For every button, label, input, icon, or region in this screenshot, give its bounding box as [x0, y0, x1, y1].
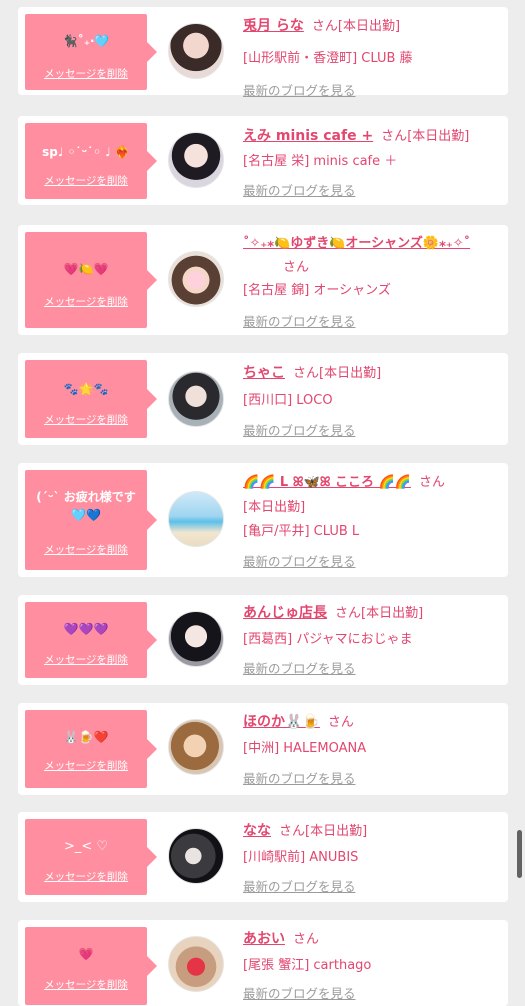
- profile-name-link[interactable]: あおい: [243, 931, 285, 947]
- profile-name-link[interactable]: 兎月 らな: [243, 18, 304, 34]
- message-bubble: >_< ♡ メッセージを削除: [25, 819, 157, 895]
- message-card: 💗 メッセージを削除 あおい さん [尾張 蟹江] carthago 最新のブログ…: [18, 920, 508, 1006]
- honorific: さん: [293, 366, 320, 381]
- shop-location: [西葛西] パジャマにおじゃま: [243, 632, 413, 647]
- delete-message-link[interactable]: メッセージを削除: [25, 542, 147, 557]
- message-text: 💗: [78, 947, 94, 961]
- shop-location: [山形駅前・香澄町] CLUB 藤: [243, 51, 413, 66]
- delete-message-link[interactable]: メッセージを削除: [25, 66, 147, 81]
- profile-name-link[interactable]: えみ minis cafe +: [243, 128, 373, 144]
- latest-blog-link[interactable]: 最新のブログを見る: [243, 551, 356, 570]
- message-bubble: 🐈‍⬛˚₊‧🩵 メッセージを削除: [25, 14, 157, 90]
- latest-blog-link[interactable]: 最新のブログを見る: [243, 876, 356, 895]
- latest-blog-link[interactable]: 最新のブログを見る: [243, 768, 356, 787]
- honorific: さん: [381, 129, 408, 144]
- message-text: 💗🍋💗: [63, 262, 109, 276]
- profile-info: あんじゅ店長 さん[本日出勤] [西葛西] パジャマにおじゃま 最新のブログを見る: [243, 602, 502, 682]
- message-card: 🐾🌟🐾 メッセージを削除 ちゃこ さん[本日出勤] [西川口] LOCO 最新のブ…: [18, 353, 508, 445]
- honorific: さん: [327, 715, 354, 730]
- on-duty-badge: [本日出勤]: [243, 500, 306, 515]
- profile-name-link[interactable]: ほのか🐰🍺: [243, 714, 320, 730]
- shop-location: [川崎駅前] ANUBIS: [243, 850, 359, 865]
- profile-name-link[interactable]: ちゃこ: [243, 365, 285, 381]
- message-bubble: 🐰🍺❤️ メッセージを削除: [25, 710, 157, 788]
- profile-info: ˚✧₊⁎🍋ゆずき🍋オーシャンズ🌼⁎₊✧˚ さん [名古屋 錦] オーシャンズ 最…: [243, 232, 502, 332]
- honorific: さん: [283, 260, 310, 275]
- message-card: 💜💜💜 メッセージを削除 あんじゅ店長 さん[本日出勤] [西葛西] パジャマにお…: [18, 595, 508, 685]
- honorific: さん: [335, 606, 362, 621]
- avatar[interactable]: [168, 251, 224, 307]
- latest-blog-link[interactable]: 最新のブログを見る: [243, 80, 356, 99]
- honorific: さん: [279, 824, 306, 839]
- message-text: sp♩ ◦˙ᵕ˙◦ ♩ ❤‍🔥: [42, 145, 130, 159]
- delete-message-link[interactable]: メッセージを削除: [25, 173, 147, 188]
- avatar[interactable]: [168, 371, 224, 427]
- profile-info: 兎月 らな さん[本日出勤] [山形駅前・香澄町] CLUB 藤 最新のブログを見…: [243, 15, 502, 98]
- message-text: 💜💜💜: [63, 622, 109, 636]
- shop-location: [尾張 蟹江] carthago: [243, 958, 372, 973]
- honorific: さん: [293, 932, 320, 947]
- message-bubble: 💗 メッセージを削除: [25, 927, 157, 1005]
- shop-location: [西川口] LOCO: [243, 393, 333, 408]
- message-text: (ˊᵕˋ お疲れ様です: [36, 490, 136, 504]
- delete-message-link[interactable]: メッセージを削除: [25, 758, 147, 773]
- profile-name-link[interactable]: あんじゅ店長: [243, 605, 327, 621]
- profile-name-link[interactable]: ˚✧₊⁎🍋ゆずき🍋オーシャンズ🌼⁎₊✧˚: [243, 236, 470, 251]
- avatar[interactable]: [168, 719, 224, 775]
- avatar[interactable]: [168, 491, 224, 547]
- avatar[interactable]: [168, 132, 224, 188]
- shop-location: [名古屋 栄] minis cafe ＋: [243, 154, 398, 169]
- message-bubble: 💜💜💜 メッセージを削除: [25, 602, 157, 678]
- message-card: (ˊᵕˋ お疲れ様です 🩵💙 メッセージを削除 🌈🌈 L ꕤ🦋ꕤ こころ 🌈🌈 さ…: [18, 463, 508, 577]
- message-text-line2: 🩵💙: [71, 508, 101, 522]
- profile-info: えみ minis cafe + さん[本日出勤] [名古屋 栄] minis ca…: [243, 125, 502, 203]
- profile-info: ほのか🐰🍺 さん [中洲] HALEMOANA 最新のブログを見る: [243, 711, 502, 791]
- message-card: >_< ♡ メッセージを削除 なな さん[本日出勤] [川崎駅前] ANUBIS …: [18, 812, 508, 902]
- delete-message-link[interactable]: メッセージを削除: [25, 294, 147, 309]
- message-text: 🐾🌟🐾: [63, 382, 109, 396]
- message-bubble: 💗🍋💗 メッセージを削除: [25, 232, 157, 328]
- on-duty-badge: [本日出勤]: [305, 824, 368, 839]
- profile-info: あおい さん [尾張 蟹江] carthago 最新のブログを見る: [243, 928, 502, 1004]
- avatar[interactable]: [168, 611, 224, 667]
- message-text: >_< ♡: [63, 839, 109, 854]
- message-bubble: 🐾🌟🐾 メッセージを削除: [25, 360, 157, 438]
- shop-location: [中洲] HALEMOANA: [243, 741, 367, 756]
- message-text: 🐈‍⬛˚₊‧🩵: [62, 34, 110, 48]
- honorific: さん: [418, 475, 445, 490]
- latest-blog-link[interactable]: 最新のブログを見る: [243, 311, 356, 330]
- delete-message-link[interactable]: メッセージを削除: [25, 977, 147, 992]
- latest-blog-link[interactable]: 最新のブログを見る: [243, 420, 356, 439]
- profile-info: なな さん[本日出勤] [川崎駅前] ANUBIS 最新のブログを見る: [243, 820, 502, 900]
- message-bubble: (ˊᵕˋ お疲れ様です 🩵💙 メッセージを削除: [25, 470, 157, 570]
- profile-name-link[interactable]: 🌈🌈 L ꕤ🦋ꕤ こころ 🌈🌈: [243, 475, 411, 490]
- scrollbar-thumb[interactable]: [517, 830, 522, 878]
- on-duty-badge: [本日出勤]: [407, 129, 470, 144]
- on-duty-badge: [本日出勤]: [337, 19, 401, 34]
- profile-info: ちゃこ さん[本日出勤] [西川口] LOCO 最新のブログを見る: [243, 362, 502, 442]
- latest-blog-link[interactable]: 最新のブログを見る: [243, 983, 356, 1002]
- message-card: 💗🍋💗 メッセージを削除 ˚✧₊⁎🍋ゆずき🍋オーシャンズ🌼⁎₊✧˚ さん [名古…: [18, 225, 508, 335]
- message-card: sp♩ ◦˙ᵕ˙◦ ♩ ❤‍🔥 メッセージを削除 えみ minis cafe +…: [18, 116, 508, 205]
- profile-name-link[interactable]: なな: [243, 823, 271, 839]
- profile-info: 🌈🌈 L ꕤ🦋ꕤ こころ 🌈🌈 さん [本日出勤] [亀戸/平井] CLUB L …: [243, 471, 502, 575]
- on-duty-badge: [本日出勤]: [361, 606, 424, 621]
- shop-location: [名古屋 錦] オーシャンズ: [243, 283, 391, 298]
- avatar[interactable]: [168, 828, 224, 884]
- on-duty-badge: [本日出勤]: [319, 366, 382, 381]
- delete-message-link[interactable]: メッセージを削除: [25, 412, 147, 427]
- latest-blog-link[interactable]: 最新のブログを見る: [243, 180, 356, 199]
- delete-message-link[interactable]: メッセージを削除: [25, 652, 147, 667]
- latest-blog-link[interactable]: 最新のブログを見る: [243, 658, 356, 677]
- message-card: 🐈‍⬛˚₊‧🩵 メッセージを削除 兎月 らな さん[本日出勤] [山形駅前・香澄町…: [18, 7, 508, 98]
- avatar[interactable]: [168, 936, 224, 992]
- shop-location: [亀戸/平井] CLUB L: [243, 524, 360, 539]
- honorific: さん: [311, 19, 338, 34]
- message-text: 🐰🍺❤️: [63, 730, 109, 744]
- delete-message-link[interactable]: メッセージを削除: [25, 869, 147, 884]
- avatar[interactable]: [168, 23, 224, 79]
- message-bubble: sp♩ ◦˙ᵕ˙◦ ♩ ❤‍🔥 メッセージを削除: [25, 123, 157, 199]
- message-card: 🐰🍺❤️ メッセージを削除 ほのか🐰🍺 さん [中洲] HALEMOANA 最新の…: [18, 703, 508, 795]
